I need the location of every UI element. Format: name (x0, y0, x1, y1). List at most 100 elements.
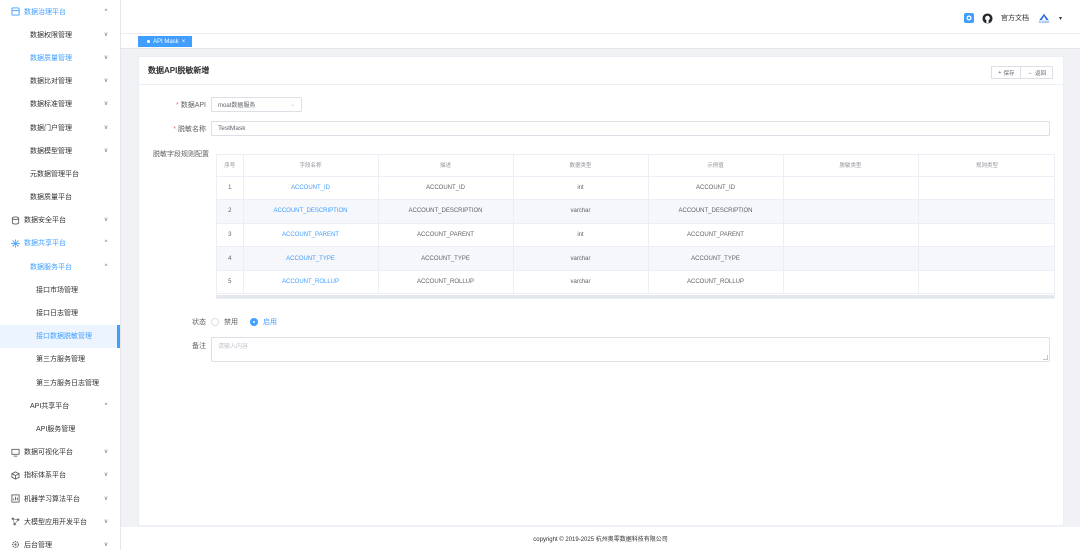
top-header: 官方文档 ALDOMA ▾ (121, 0, 1080, 33)
field-rules-table: 序号 字段名称 描述 数据类型 示例值 脱敏类型 规则类型 1 ACCOUNT_ID ACCOU… (216, 154, 1055, 299)
radio-label: 禁用 (224, 319, 238, 326)
sidebar-item-label: 第三方服务管理 (36, 356, 85, 364)
sidebar-item[interactable]: 数据质量平台 (0, 186, 120, 209)
table-cell[interactable] (783, 176, 919, 201)
github-icon[interactable] (982, 12, 994, 24)
table-cell[interactable] (783, 270, 919, 295)
sidebar-item[interactable]: 第三方服务管理 (0, 348, 120, 371)
status-row: 状态 禁用 启用 (139, 317, 277, 327)
table-cell[interactable] (783, 246, 919, 271)
sidebar-item[interactable]: 数据权限管理 v (0, 23, 120, 46)
remark-textarea[interactable]: 请输入内容 (211, 337, 1050, 362)
table-cell[interactable] (918, 199, 1054, 224)
api-label-text: 数据API (180, 101, 206, 109)
sidebar-item-label: 数据比对管理 (30, 78, 72, 86)
user-menu-caret[interactable]: ▾ (1059, 15, 1062, 22)
sidebar-item[interactable]: 指标体系平台 v (0, 464, 120, 487)
sidebar-item[interactable]: 接口日志管理 (0, 301, 120, 324)
chevron-down-icon: v (104, 217, 108, 224)
module-icon[interactable] (963, 12, 975, 24)
table-row[interactable]: 5 ACCOUNT_ROLLUP ACCOUNT_ROLLUP varchar ACCO… (217, 270, 1054, 295)
tabs-bar: API Mask × (121, 33, 1080, 49)
field-name-link[interactable]: ACCOUNT_ID (243, 176, 379, 201)
table-cell: 2 (217, 199, 244, 224)
sidebar-item-label: 数据可视化平台 (24, 449, 73, 457)
table-row[interactable]: 2 ACCOUNT_DESCRIPTION ACCOUNT_DESCRIPTION v… (217, 199, 1054, 224)
gear-icon (10, 540, 20, 550)
user-avatar[interactable]: ALDOMA (1036, 12, 1052, 24)
table-cell: 5 (217, 270, 244, 295)
api-select[interactable]: moat数据服务 ⌄ (211, 97, 302, 112)
chevron-up-icon: ^ (104, 8, 108, 15)
table-cell: ACCOUNT_PARENT (378, 223, 514, 248)
tab-close-icon[interactable]: × (182, 39, 186, 45)
sidebar-item[interactable]: 数据安全平台 v (0, 209, 120, 232)
docs-link[interactable]: 官方文档 (1001, 13, 1029, 23)
chevron-down-icon: v (104, 541, 108, 548)
sidebar-item-label: 数据标准管理 (30, 101, 72, 109)
table-row[interactable]: 1 ACCOUNT_ID ACCOUNT_ID int ACCOUNT_ID (217, 176, 1054, 201)
field-name-link[interactable]: ACCOUNT_TYPE (243, 246, 379, 271)
status-radio-enabled[interactable]: 启用 (250, 317, 277, 327)
table-cell: 3 (217, 223, 244, 248)
tab-api-mask[interactable]: API Mask × (138, 36, 193, 47)
mask-name-input[interactable]: TestMask (211, 121, 1050, 136)
field-name-link[interactable]: ACCOUNT_DESCRIPTION (243, 199, 379, 224)
chevron-down-icon: v (104, 31, 108, 38)
sidebar-item-label: 数据安全平台 (24, 217, 66, 225)
sidebar-item-label: API共享平台 (30, 402, 70, 410)
status-radio-disabled[interactable]: 禁用 (211, 317, 238, 327)
table-row[interactable]: 4 ACCOUNT_TYPE ACCOUNT_TYPE varchar ACCOUNT_… (217, 246, 1054, 271)
table-cell: ACCOUNT_ROLLUP (648, 270, 784, 295)
save-button[interactable]: + 保存 (991, 66, 1022, 79)
table-row[interactable]: 3 ACCOUNT_PARENT ACCOUNT_PARENT int ACCOUNT_… (217, 223, 1054, 248)
footer: copyright © 2019-2025 杭州奥零数据科技有限公司 (121, 527, 1080, 550)
sidebar-item[interactable]: 数据门户管理 v (0, 116, 120, 139)
field-name-link[interactable]: ACCOUNT_PARENT (243, 223, 379, 248)
table-cell[interactable] (918, 176, 1054, 201)
sidebar-item[interactable]: API共享平台 ^ (0, 394, 120, 417)
sidebar-item[interactable]: 接口数据脱敏管理 (0, 324, 120, 349)
sidebar-item[interactable]: 数据质量管理 v (0, 46, 120, 69)
sidebar-item[interactable]: 后台管理 v (0, 533, 120, 550)
sidebar-item-label: 数据质量管理 (30, 54, 72, 62)
sidebar-item[interactable]: 元数据管理平台 (0, 162, 120, 185)
table-header-cell: 规则类型 (918, 155, 1054, 177)
chevron-down-icon: v (104, 124, 108, 131)
database-icon (10, 7, 20, 17)
table-cell[interactable] (783, 199, 919, 224)
sidebar-item[interactable]: 大模型应用开发平台 v (0, 510, 120, 533)
sidebar-item[interactable]: API服务管理 (0, 417, 120, 440)
back-button-label: 返回 (1034, 70, 1046, 77)
sidebar-item[interactable]: 数据服务平台 ^ (0, 255, 120, 278)
cube-icon (10, 470, 20, 480)
sidebar-item[interactable]: 接口市场管理 (0, 278, 120, 301)
sidebar-item[interactable]: 数据治理平台 ^ (0, 0, 120, 23)
sidebar-item[interactable]: 第三方服务日志管理 (0, 371, 120, 394)
sidebar-item[interactable]: 数据标准管理 v (0, 93, 120, 116)
chevron-down-icon: v (104, 518, 108, 525)
sidebar-item[interactable]: 数据模型管理 v (0, 139, 120, 162)
table-cell[interactable] (918, 246, 1054, 271)
back-button[interactable]: ← 返回 (1021, 66, 1053, 79)
sidebar-item[interactable]: 数据可视化平台 v (0, 441, 120, 464)
table-cell: ACCOUNT_DESCRIPTION (378, 199, 514, 224)
resize-handle[interactable] (1043, 355, 1048, 360)
monitor-icon (10, 447, 20, 457)
sidebar-item[interactable]: 数据比对管理 v (0, 70, 120, 93)
form-card: 数据API脱敏新增 + 保存 ← 返回 * 数据API moat数据服务 ⌄ * 脱… (138, 56, 1064, 526)
field-name-link[interactable]: ACCOUNT_ROLLUP (243, 270, 379, 295)
sidebar-item-label: 数据模型管理 (30, 147, 72, 155)
chevron-up-icon: ^ (104, 402, 108, 409)
chevron-down-icon: v (104, 78, 108, 85)
table-cell[interactable] (783, 223, 919, 248)
sidebar-item-label: 指标体系平台 (24, 472, 66, 480)
sidebar-item[interactable]: 数据共享平台 ^ (0, 232, 120, 255)
table-scrollbar[interactable] (217, 295, 1054, 298)
table-cell[interactable] (918, 270, 1054, 295)
tab-label: API Mask (153, 38, 179, 45)
table-cell[interactable] (918, 223, 1054, 248)
card-header: 数据API脱敏新增 + 保存 ← 返回 (139, 57, 1063, 85)
sidebar-item[interactable]: 机器学习算法平台 v (0, 487, 120, 510)
chevron-down-icon: v (104, 449, 108, 456)
